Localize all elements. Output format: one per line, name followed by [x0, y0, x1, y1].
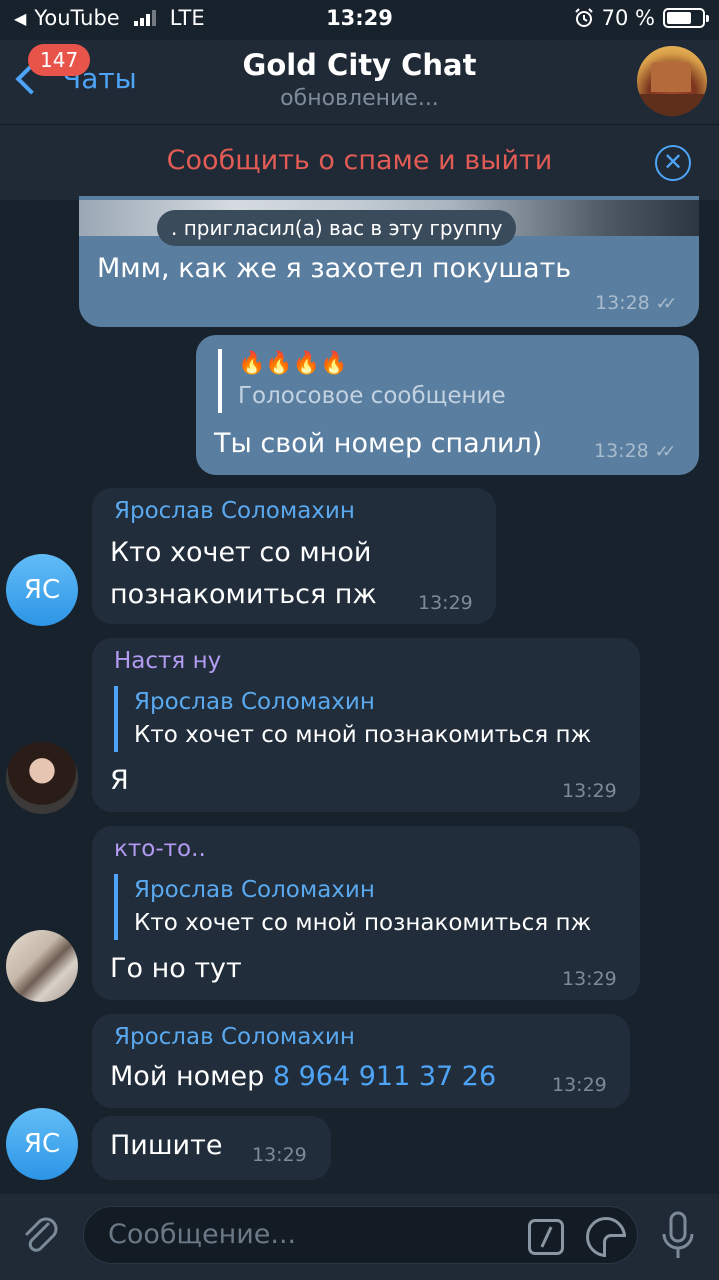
reply-quote[interactable]: 🔥🔥🔥🔥 Голосовое сообщение	[218, 349, 506, 413]
message-time: 13:29	[562, 968, 617, 990]
attach-icon[interactable]	[18, 1212, 62, 1256]
alarm-icon	[574, 8, 593, 27]
message-time: 13:29	[252, 1144, 307, 1166]
reply-text: Голосовое сообщение	[238, 383, 506, 409]
chat-title[interactable]: Gold City Chat	[0, 48, 719, 82]
time-label: 13:28	[595, 292, 650, 314]
close-circle-icon[interactable]: ✕	[655, 145, 691, 181]
message-incoming[interactable]: кто-то.. Ярослав Соломахин Кто хочет со …	[92, 826, 640, 1000]
message-text: Ты свой номер спалил)	[214, 428, 543, 459]
message-input-field[interactable]	[83, 1206, 638, 1264]
message-text: Пишите	[110, 1130, 223, 1161]
sender-name[interactable]: Ярослав Соломахин	[114, 1024, 355, 1050]
message-text: Го но тут	[110, 953, 242, 984]
double-check-icon: ✓✓	[654, 442, 676, 462]
reply-quote[interactable]: Ярослав Соломахин Кто хочет со мной позн…	[114, 874, 591, 940]
microphone-icon[interactable]	[660, 1210, 696, 1262]
avatar[interactable]: ЯС	[6, 554, 78, 626]
reply-name: Ярослав Соломахин	[134, 877, 375, 903]
sticker-icon[interactable]	[586, 1217, 626, 1257]
reply-quote[interactable]: Ярослав Соломахин Кто хочет со мной позн…	[114, 686, 591, 752]
status-right: 70 %	[574, 6, 709, 30]
message-incoming[interactable]: Ярослав Соломахин Кто хочет со мной позн…	[92, 488, 496, 624]
chat-subtitle: обновление...	[280, 86, 439, 111]
sender-name[interactable]: Настя ну	[114, 648, 221, 674]
message-text: Мой номер 8 964 911 37 26	[110, 1056, 496, 1098]
message-time: 13:28 ✓✓	[594, 440, 676, 462]
reply-emoji: 🔥🔥🔥🔥	[238, 351, 348, 376]
message-time: 13:28 ✓✓	[595, 292, 677, 314]
phone-link[interactable]: 8 964 911 37 26	[273, 1061, 496, 1092]
battery-fill	[667, 12, 691, 24]
message-time: 13:29	[552, 1074, 607, 1096]
double-check-icon: ✓✓	[655, 294, 677, 314]
time-label: 13:28	[594, 440, 649, 462]
service-message: . пригласил(а) вас в эту группу	[157, 210, 517, 246]
reply-name: Ярослав Соломахин	[134, 689, 375, 715]
message-time: 13:29	[418, 592, 473, 614]
message-text: Ммм, как же я захотел покушать	[97, 253, 572, 284]
message-incoming[interactable]: Пишите 13:29	[92, 1116, 331, 1180]
battery-percent: 70 %	[601, 6, 655, 30]
battery-icon	[663, 8, 709, 28]
message-text-label: Мой номер	[110, 1061, 265, 1092]
avatar[interactable]	[6, 742, 78, 814]
message-text: Я	[110, 765, 129, 796]
message-incoming[interactable]: Ярослав Соломахин Мой номер 8 964 911 37…	[92, 1014, 630, 1108]
group-avatar[interactable]	[637, 46, 707, 116]
message-text: познакомиться пж	[110, 579, 377, 610]
message-incoming[interactable]: Настя ну Ярослав Соломахин Кто хочет со …	[92, 638, 640, 812]
message-text: Кто хочет со мной	[110, 537, 372, 568]
sender-name[interactable]: кто-то..	[114, 836, 206, 862]
input-bar	[0, 1194, 719, 1280]
status-bar: ◀ YouTube LTE 13:29 70 %	[0, 0, 719, 40]
avatar[interactable]: ЯС	[6, 1108, 78, 1180]
command-icon[interactable]	[528, 1219, 564, 1255]
chat-header: Чаты 147 Gold City Chat обновление...	[0, 40, 719, 124]
message-input[interactable]	[108, 1219, 508, 1250]
spam-bar: Сообщить о спаме и выйти ✕	[0, 124, 719, 200]
sender-name[interactable]: Ярослав Соломахин	[114, 498, 355, 524]
report-spam-button[interactable]: Сообщить о спаме и выйти	[0, 145, 719, 176]
message-time: 13:29	[562, 780, 617, 802]
reply-text: Кто хочет со мной познакомиться пж	[134, 722, 592, 748]
reply-text: Кто хочет со мной познакомиться пж	[134, 910, 592, 936]
avatar[interactable]	[6, 930, 78, 1002]
message-outgoing[interactable]: 🔥🔥🔥🔥 Голосовое сообщение Ты свой номер с…	[196, 335, 699, 475]
